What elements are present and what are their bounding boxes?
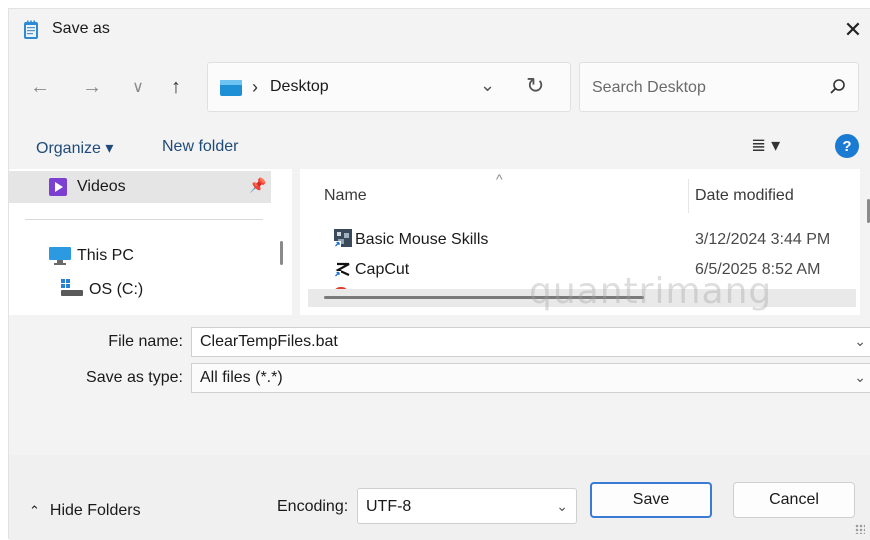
arrow-left-icon: ← bbox=[30, 75, 50, 98]
nav-item-this-pc[interactable]: This PC bbox=[9, 239, 271, 271]
sort-ascending-icon: ^ bbox=[496, 171, 503, 187]
file-name-field[interactable]: ClearTempFiles.bat ⌄ bbox=[191, 327, 870, 357]
nav-item-label: OS (C:) bbox=[89, 281, 144, 298]
file-name: CapCut bbox=[355, 261, 410, 278]
help-icon[interactable]: ? bbox=[835, 134, 859, 158]
breadcrumb-desktop[interactable]: Desktop bbox=[270, 78, 329, 96]
encoding-value: UTF-8 bbox=[366, 498, 412, 515]
search-icon bbox=[830, 79, 845, 94]
desktop-folder-icon bbox=[220, 80, 242, 96]
videos-folder-icon bbox=[49, 178, 67, 196]
encoding-select[interactable]: UTF-8 ⌄ bbox=[357, 488, 577, 524]
notepad-icon bbox=[24, 20, 38, 39]
command-bar: Organize ▾ New folder ≣ ▾ ? bbox=[9, 125, 870, 169]
file-name-label: File name: bbox=[9, 333, 183, 351]
shortcut-icon bbox=[334, 229, 352, 248]
column-divider[interactable] bbox=[688, 179, 689, 213]
column-header-date-modified[interactable]: Date modified bbox=[695, 187, 794, 205]
chevron-down-icon[interactable]: ⌄ bbox=[854, 333, 866, 350]
nav-scrollbar[interactable] bbox=[280, 241, 283, 265]
breadcrumb-separator: › bbox=[252, 77, 258, 97]
chevron-down-icon: ∨ bbox=[132, 79, 144, 96]
close-button[interactable]: ✕ bbox=[835, 13, 870, 47]
save-button-label: Save bbox=[632, 491, 670, 508]
organize-menu-button[interactable]: Organize ▾ bbox=[36, 138, 113, 158]
capcut-shortcut-icon bbox=[334, 262, 350, 278]
back-button[interactable]: ← bbox=[25, 72, 55, 102]
file-name-value: ClearTempFiles.bat bbox=[200, 333, 338, 350]
save-as-type-label-text: Save as type: bbox=[86, 369, 183, 386]
recent-locations-button[interactable]: ∨ bbox=[123, 72, 153, 102]
monitor-icon bbox=[49, 247, 71, 265]
search-box[interactable]: Search Desktop bbox=[579, 62, 859, 112]
save-as-dialog: Save as ✕ ← → ∨ ↑ › Desktop ⌄ ↻ Search D… bbox=[8, 8, 870, 540]
cancel-button-label: Cancel bbox=[769, 491, 819, 508]
address-dropdown-icon[interactable]: ⌄ bbox=[480, 75, 495, 96]
drive-icon bbox=[61, 279, 83, 296]
chevron-up-icon: ⌃ bbox=[29, 503, 40, 518]
hide-folders-button[interactable]: ⌃ Hide Folders bbox=[29, 502, 141, 520]
resize-grip[interactable] bbox=[855, 524, 865, 534]
arrow-right-icon: → bbox=[82, 75, 102, 98]
chevron-down-icon: ⌄ bbox=[556, 498, 568, 514]
hide-folders-label: Hide Folders bbox=[49, 502, 141, 519]
cancel-button[interactable]: Cancel bbox=[733, 482, 855, 518]
close-icon: ✕ bbox=[843, 17, 863, 42]
pin-icon[interactable]: 📌 bbox=[249, 177, 266, 194]
navigation-pane: Videos 📌 This PC OS (C:) bbox=[9, 169, 292, 315]
file-row[interactable]: Basic Mouse Skills 3/12/2024 3:44 PM bbox=[300, 225, 848, 255]
title-bar: Save as ✕ bbox=[9, 9, 870, 51]
file-name: Basic Mouse Skills bbox=[355, 231, 489, 248]
watermark-logo: quantrimang bbox=[529, 271, 773, 312]
nav-divider bbox=[25, 219, 263, 220]
save-as-type-label: Save as type: bbox=[9, 369, 183, 387]
refresh-icon[interactable]: ↻ bbox=[526, 73, 544, 99]
save-as-type-value: All files (*.*) bbox=[200, 369, 283, 386]
nav-item-os-c[interactable]: OS (C:) bbox=[9, 273, 271, 305]
view-options-button[interactable]: ≣ ▾ bbox=[751, 135, 780, 156]
save-button[interactable]: Save bbox=[590, 482, 712, 518]
new-folder-button[interactable]: New folder bbox=[162, 138, 238, 156]
nav-item-label: Videos bbox=[77, 178, 126, 195]
nav-item-videos[interactable]: Videos 📌 bbox=[9, 171, 271, 203]
address-bar[interactable]: › Desktop ⌄ ↻ bbox=[207, 62, 571, 112]
column-header-name[interactable]: Name bbox=[324, 187, 367, 205]
encoding-label: Encoding: bbox=[277, 498, 349, 515]
search-placeholder: Search Desktop bbox=[592, 79, 706, 96]
chevron-down-icon[interactable]: ⌄ bbox=[854, 369, 866, 386]
forward-button[interactable]: → bbox=[77, 72, 107, 102]
save-as-type-select[interactable]: All files (*.*) ⌄ bbox=[191, 363, 870, 393]
up-button[interactable]: ↑ bbox=[161, 72, 191, 102]
window-title: Save as bbox=[52, 20, 110, 37]
file-date: 3/12/2024 3:44 PM bbox=[695, 231, 831, 248]
nav-item-label: This PC bbox=[77, 247, 134, 264]
file-name-label-text: File name: bbox=[108, 333, 183, 350]
arrow-up-icon: ↑ bbox=[171, 75, 181, 98]
dialog-footer: ⌃ Hide Folders Encoding: UTF-8 ⌄ Save Can… bbox=[9, 455, 870, 540]
